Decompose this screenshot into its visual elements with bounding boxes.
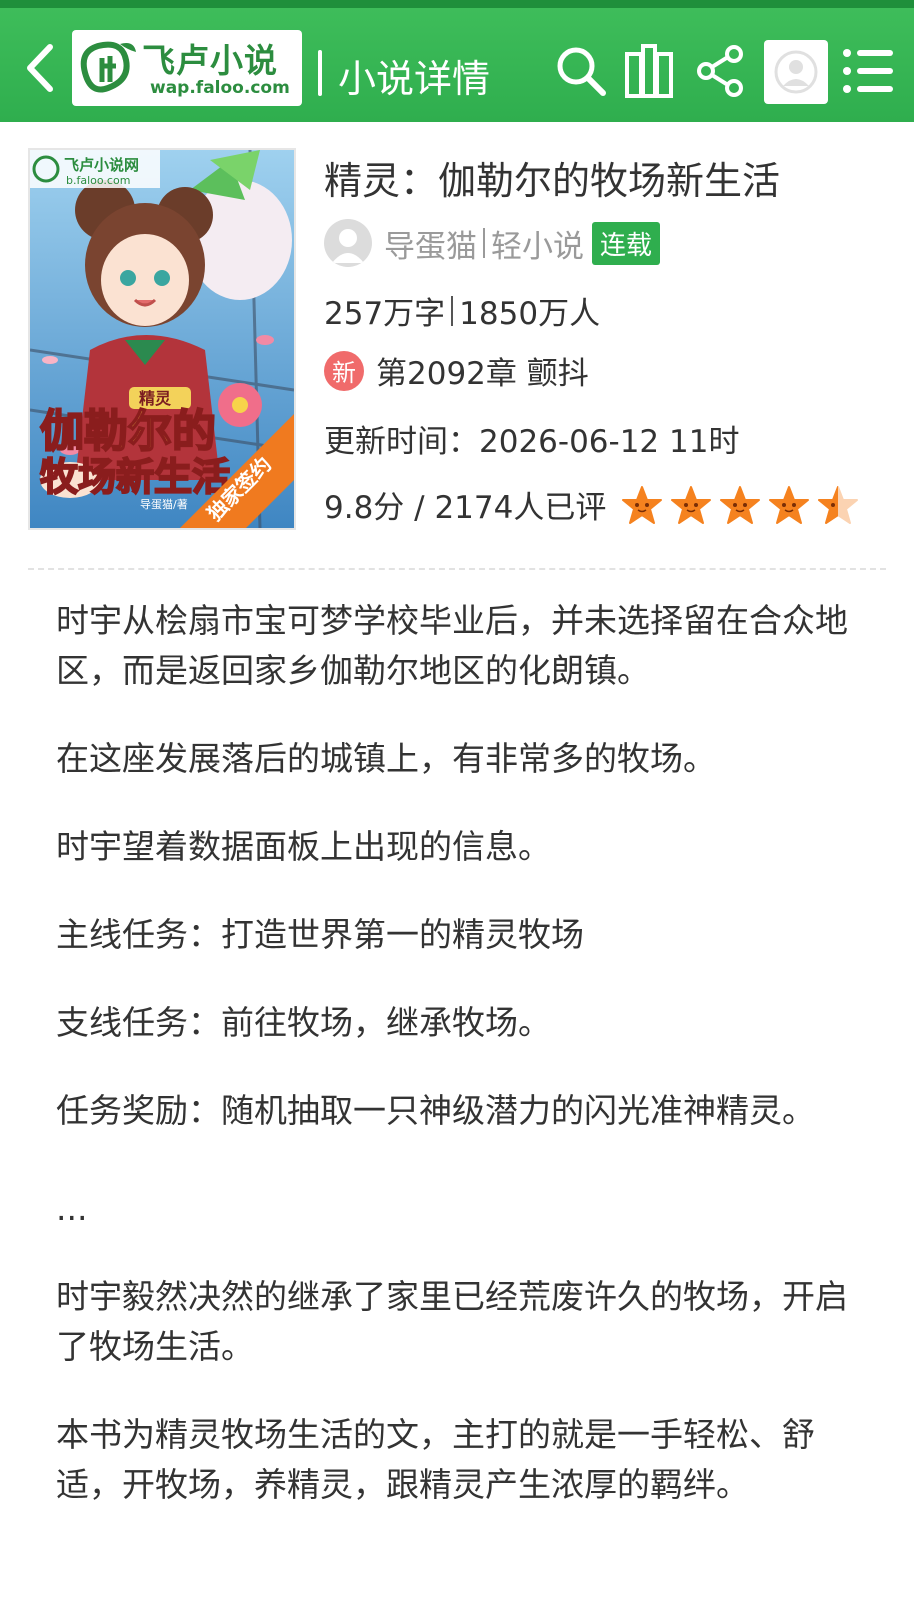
cover-title-line2: 牧场新生活	[40, 455, 230, 499]
stats-row: 257万字 1850万人	[324, 288, 600, 333]
bookshelf-button[interactable]	[620, 42, 678, 100]
search-button[interactable]	[552, 42, 610, 100]
menu-icon	[843, 49, 893, 93]
top-bar: 飞卢小说 wap.faloo.com 小说详情	[0, 0, 914, 122]
new-badge: 新	[324, 350, 364, 391]
book-description: 时宇从桧扇市宝可梦学校毕业后，并未选择留在合众地区，而是返回家乡伽勒尔地区的化朗…	[56, 596, 866, 1548]
author-avatar-icon[interactable]	[324, 219, 372, 267]
latest-chapter-link[interactable]: 新 第2092章 颤抖	[324, 348, 589, 393]
share-button[interactable]	[692, 42, 750, 100]
description-paragraph: 在这座发展落后的城镇上，有非常多的牧场。	[56, 739, 716, 778]
author-name[interactable]: 导蛋猫	[384, 221, 477, 266]
star-full-icon	[671, 485, 712, 524]
menu-button[interactable]	[840, 42, 898, 100]
description-paragraph: 支线任务：前往牧场，继承牧场。	[56, 1003, 551, 1042]
cover-title-line1: 伽勒尔的	[40, 406, 216, 457]
description-paragraph: 主线任务：打造世界第一的精灵牧场	[56, 915, 584, 954]
logo-title: 飞卢小说	[142, 41, 278, 80]
cover-site-label: 飞卢小说网	[64, 156, 139, 174]
user-avatar-button[interactable]	[764, 40, 828, 104]
header-divider	[318, 50, 322, 96]
description-paragraph: ...	[56, 1189, 88, 1228]
cover-site-url: b.faloo.com	[66, 174, 130, 187]
bookshelf-icon	[625, 44, 673, 98]
separator	[483, 228, 485, 258]
star-full-icon	[769, 485, 810, 524]
star-full-icon	[622, 485, 663, 524]
page-title: 小说详情	[338, 57, 491, 101]
book-title: 精灵：伽勒尔的牧场新生活	[324, 159, 781, 203]
author-row: 导蛋猫 轻小说 连载	[324, 218, 661, 268]
description-paragraph: 时宇望着数据面板上出现的信息。	[56, 827, 551, 866]
status-badge: 连载	[592, 221, 661, 265]
chevron-left-icon	[27, 44, 53, 92]
back-button[interactable]	[14, 36, 64, 100]
description-paragraph: 时宇毅然决然的继承了家里已经荒废许久的牧场，开启了牧场生活。	[56, 1277, 848, 1366]
rating-row: 9.8分 / 2174人已评	[324, 482, 867, 527]
reader-count: 1850万人	[459, 296, 601, 332]
cover-illustration: 飞卢小说网 b.faloo.com 精灵 伽勒尔的 牧场新生活 导蛋猫/著 独家…	[30, 150, 294, 528]
search-icon	[557, 47, 606, 96]
star-half-icon	[818, 485, 859, 524]
description-paragraph: 本书为精灵牧场生活的文，主打的就是一手轻松、舒适，开牧场，养精灵，跟精灵产生浓厚…	[56, 1415, 815, 1504]
description-paragraph: 时宇从桧扇市宝可梦学校毕业后，并未选择留在合众地区，而是返回家乡伽勒尔地区的化朗…	[56, 601, 848, 690]
word-count: 257万字	[324, 296, 446, 332]
faloo-logo-icon	[80, 41, 136, 93]
user-avatar-icon	[774, 50, 818, 94]
share-icon	[697, 45, 743, 97]
logo-url: wap.faloo.com	[150, 78, 290, 98]
latest-chapter-title: 第2092章 颤抖	[376, 356, 589, 392]
section-divider	[28, 568, 886, 570]
rating-text: 9.8分 / 2174人已评	[324, 490, 607, 526]
category-label[interactable]: 轻小说	[491, 221, 584, 266]
update-time: 更新时间：2026-06-12 11时	[324, 424, 740, 460]
cover-author-credit: 导蛋猫/著	[140, 497, 188, 511]
book-cover[interactable]: 飞卢小说网 b.faloo.com 精灵 伽勒尔的 牧场新生活 导蛋猫/著 独家…	[28, 148, 296, 530]
star-full-icon	[720, 485, 761, 524]
description-paragraph: 任务奖励：随机抽取一只神级潜力的闪光准神精灵。	[56, 1091, 815, 1130]
site-logo[interactable]: 飞卢小说 wap.faloo.com	[72, 30, 302, 106]
star-rating	[622, 485, 867, 525]
separator	[451, 295, 454, 326]
